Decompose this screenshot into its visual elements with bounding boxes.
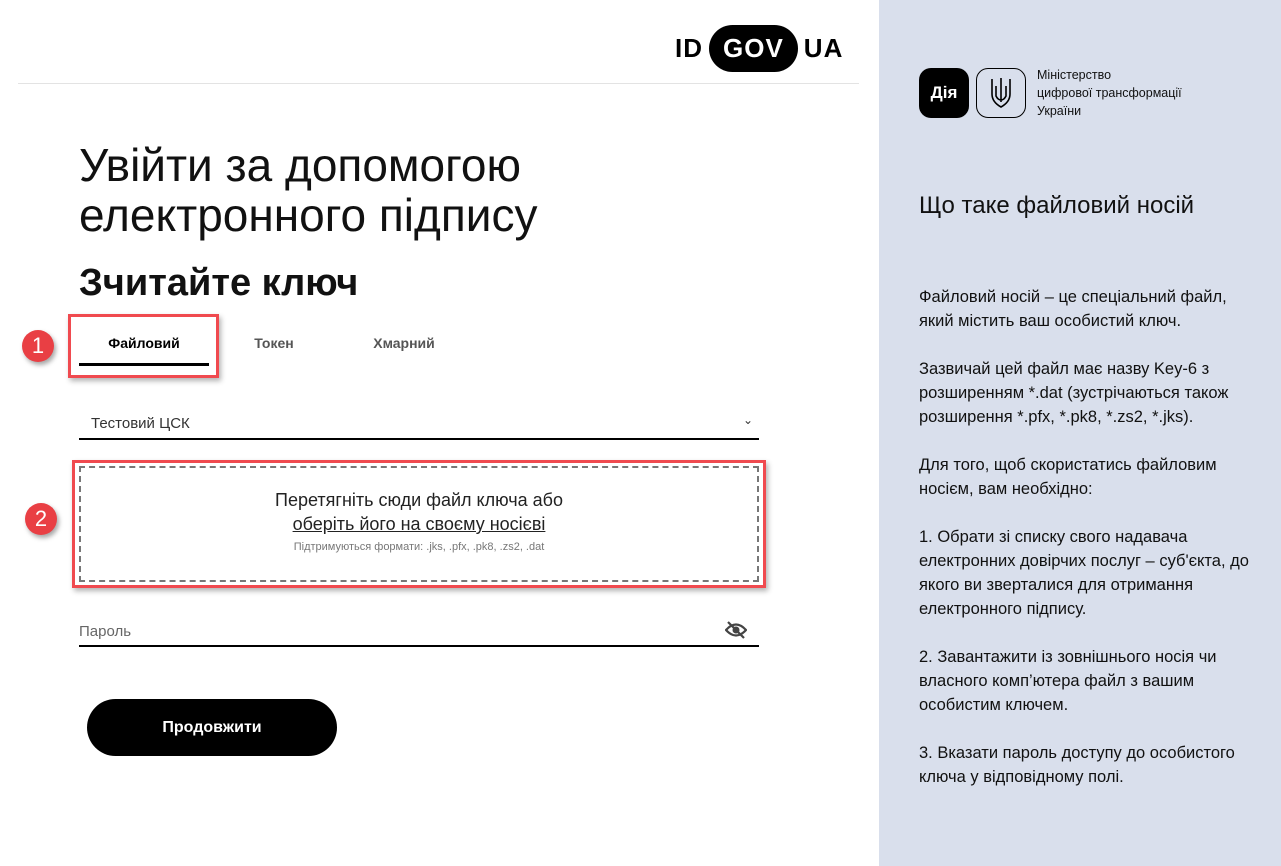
ministry-name: Міністерство цифрової трансформації Укра… bbox=[1037, 66, 1182, 120]
annotation-badge-2: 2 bbox=[25, 503, 57, 535]
ministry-line: України bbox=[1037, 104, 1082, 118]
ministry-line: Міністерство bbox=[1037, 68, 1112, 82]
highlight-box-1 bbox=[68, 314, 219, 378]
info-paragraph: 1. Обрати зі списку свого надавача елект… bbox=[919, 528, 1249, 618]
section-title: Зчитайте ключ bbox=[79, 262, 359, 304]
continue-button[interactable]: Продовжити bbox=[87, 699, 337, 756]
info-body: Файловий носій – це спеціальний файл, як… bbox=[919, 285, 1249, 813]
logo-id: ID bbox=[675, 33, 703, 63]
password-input[interactable]: Пароль bbox=[79, 615, 759, 647]
chevron-down-icon: ⌄ bbox=[742, 413, 753, 427]
info-paragraph: Файловий носій – це спеціальний файл, як… bbox=[919, 288, 1227, 330]
logo-gov: GOV bbox=[709, 25, 798, 72]
ministry-branding: Дія Міністерство цифрової трансформації … bbox=[919, 66, 1182, 120]
divider bbox=[18, 83, 859, 84]
info-paragraph: 2. Завантажити із зовнішнього носія чи в… bbox=[919, 648, 1217, 714]
eye-off-icon[interactable] bbox=[724, 621, 748, 643]
info-paragraph: Для того, щоб скористатись файловим носі… bbox=[919, 456, 1217, 498]
ministry-line: цифрової трансформації bbox=[1037, 86, 1182, 100]
trident-icon bbox=[976, 68, 1026, 118]
logo-ua: UA bbox=[803, 33, 844, 63]
info-paragraph: Зазвичай цей файл має назву Key-6 з розш… bbox=[919, 360, 1229, 426]
tab-cloud[interactable]: Хмарний bbox=[339, 322, 469, 366]
diia-logo: Дія bbox=[919, 68, 969, 118]
annotation-badge-1: 1 bbox=[22, 330, 54, 362]
provider-select[interactable]: Тестовий ЦСК ⌄ bbox=[79, 405, 759, 440]
info-title: Що таке файловий носій bbox=[919, 192, 1195, 219]
info-paragraph: 3. Вказати пароль доступу до особистого … bbox=[919, 744, 1235, 786]
login-panel: ID GOV UA Увійти за допомогою електронно… bbox=[0, 0, 879, 866]
provider-select-value: Тестовий ЦСК bbox=[91, 415, 190, 432]
page-title: Увійти за допомогою електронного підпису bbox=[79, 139, 538, 241]
info-sidebar: Дія Міністерство цифрової трансформації … bbox=[879, 0, 1281, 866]
tab-token[interactable]: Токен bbox=[209, 322, 339, 366]
highlight-box-2 bbox=[72, 460, 766, 588]
id-gov-ua-logo: ID GOV UA bbox=[675, 25, 843, 72]
password-placeholder: Пароль bbox=[79, 623, 132, 640]
